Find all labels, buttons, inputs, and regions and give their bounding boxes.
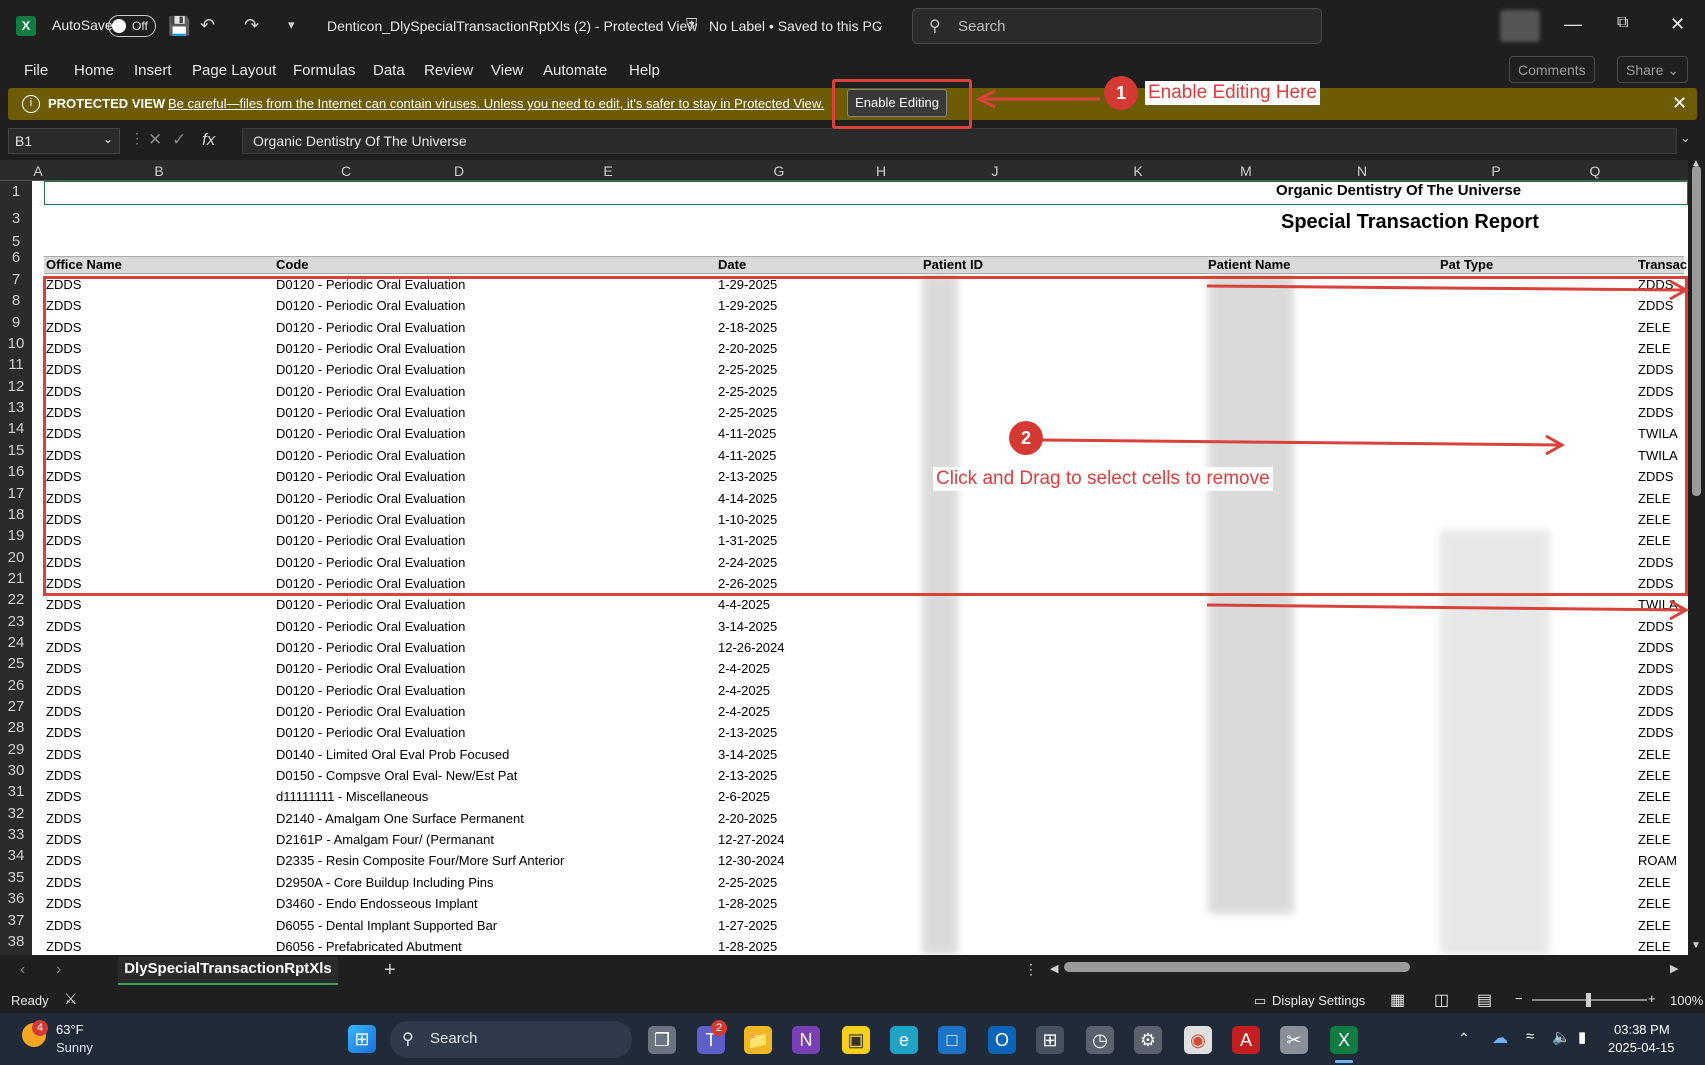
store-icon[interactable]: □ [938, 1026, 966, 1054]
step-2-label: Click and Drag to select cells to remove [933, 467, 1273, 491]
zoom-slider[interactable] [1532, 993, 1647, 1007]
next-sheet-icon[interactable]: › [56, 961, 61, 979]
acrobat-icon[interactable]: A [1232, 1026, 1260, 1054]
accessibility-icon[interactable]: ⚔ [64, 990, 77, 1008]
battery-icon[interactable]: ▮ [1578, 1028, 1586, 1046]
wifi-icon[interactable]: ≈ [1526, 1028, 1534, 1045]
sheet-tab-dlyspecialtransactionrptxls[interactable]: DlySpecialTransactionRptXls [118, 957, 338, 985]
more-options-icon[interactable]: ⋮ [1024, 961, 1038, 978]
step-2-badge: 2 [1009, 421, 1043, 455]
start-icon[interactable]: ⊞ [348, 1025, 376, 1053]
zoom-out-icon[interactable]: − [1515, 991, 1523, 1006]
outlook-icon[interactable]: O [988, 1026, 1016, 1054]
scroll-right-icon[interactable]: ▶ [1670, 962, 1678, 975]
teams-badge: 2 [711, 1020, 727, 1036]
excel-taskbar-icon[interactable]: X [1330, 1026, 1358, 1054]
step-1-label: Enable Editing Here [1145, 81, 1320, 105]
active-app-indicator [1335, 1060, 1353, 1063]
task-view-icon[interactable]: ❐ [648, 1026, 676, 1054]
taskbar-search-label: Search [430, 1030, 478, 1047]
scroll-left-icon[interactable]: ◀ [1050, 962, 1058, 975]
page-layout-view-icon[interactable]: ◫ [1434, 990, 1449, 1010]
zoom-in-icon[interactable]: + [1648, 991, 1656, 1006]
step-1-badge: 1 [1104, 76, 1138, 110]
search-icon: ⚲ [402, 1031, 414, 1048]
weather-badge: 4 [32, 1020, 48, 1036]
calculator-icon[interactable]: ⊞ [1036, 1026, 1064, 1054]
snipping-tool-icon[interactable]: ✂ [1280, 1026, 1308, 1054]
sticky-notes-icon[interactable]: ▣ [842, 1026, 870, 1054]
clock-date[interactable]: 2025-04-15 [1608, 1040, 1675, 1055]
page-break-view-icon[interactable]: ▤ [1477, 990, 1492, 1010]
add-sheet-icon[interactable]: + [384, 959, 396, 982]
taskbar-search[interactable]: ⚲ Search [390, 1021, 632, 1058]
clock-icon[interactable]: ◷ [1086, 1026, 1114, 1054]
display-settings[interactable]: Display Settings [1272, 993, 1365, 1008]
zoom-level[interactable]: 100% [1670, 993, 1703, 1008]
edge-icon[interactable]: e [890, 1026, 918, 1054]
tray-chevron-icon[interactable]: ⌃ [1458, 1030, 1470, 1047]
file-explorer-icon[interactable]: 📁 [744, 1026, 772, 1054]
weather-temp[interactable]: 63°F [56, 1022, 84, 1037]
normal-view-icon[interactable]: ▦ [1390, 990, 1405, 1010]
chrome-icon[interactable]: ◉ [1184, 1026, 1212, 1054]
annotation-arrows [975, 89, 1690, 621]
status-bar: Ready ⚔ ▭ Display Settings ▦ ◫ ▤ − + 100… [0, 987, 1705, 1013]
settings-gear-icon[interactable]: ⚙ [1134, 1026, 1162, 1054]
prev-sheet-icon[interactable]: ‹ [20, 961, 25, 979]
horizontal-scrollbar[interactable] [1064, 962, 1410, 972]
clock-time[interactable]: 03:38 PM [1614, 1022, 1670, 1037]
volume-icon[interactable]: 🔈 [1552, 1028, 1571, 1046]
onenote-icon[interactable]: N [792, 1026, 820, 1054]
display-settings-icon[interactable]: ▭ [1254, 993, 1266, 1009]
weather-desc[interactable]: Sunny [56, 1040, 93, 1055]
status-ready: Ready [11, 993, 49, 1008]
onedrive-icon[interactable]: ☁ [1492, 1028, 1508, 1048]
